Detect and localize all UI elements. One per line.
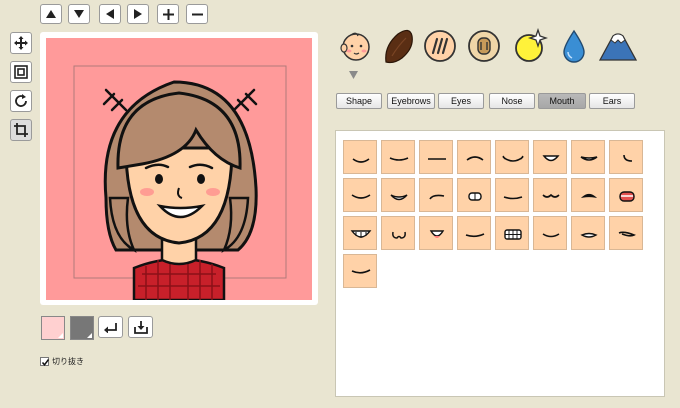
- download-button[interactable]: [128, 316, 153, 338]
- mouth-icon: [351, 269, 371, 274]
- cutout-option[interactable]: 切り抜き: [40, 356, 84, 367]
- mouth-icon: [580, 232, 598, 238]
- zoom-out-button[interactable]: [186, 4, 208, 24]
- mouth-icon: [429, 230, 445, 238]
- mouth-option[interactable]: [457, 140, 491, 174]
- line-color-swatch[interactable]: [70, 316, 94, 340]
- mouth-option[interactable]: [457, 216, 491, 250]
- mouth-option[interactable]: [343, 254, 377, 288]
- mouth-option[interactable]: [571, 178, 605, 212]
- mouth-icon: [502, 155, 524, 162]
- mouth-icon: [351, 194, 371, 199]
- mouth-icon: [580, 156, 598, 161]
- sparkle-moon-icon[interactable]: [512, 28, 548, 64]
- mouth-option[interactable]: [457, 178, 491, 212]
- undo-button[interactable]: [98, 316, 123, 338]
- mouth-icon: [350, 230, 372, 238]
- cutout-checkbox[interactable]: [40, 357, 50, 366]
- mouth-icon: [503, 196, 523, 200]
- download-icon: [133, 321, 148, 334]
- mouth-option[interactable]: [419, 140, 453, 174]
- mouth-icon: [465, 233, 485, 238]
- mouth-icon: [623, 154, 633, 162]
- mouth-icon: [542, 193, 560, 198]
- frame-tool-button[interactable]: [10, 61, 32, 83]
- avatar-illustration: [73, 65, 287, 300]
- mountain-icon[interactable]: [598, 28, 638, 64]
- move-tool-button[interactable]: [10, 32, 32, 54]
- arrow-left-button[interactable]: [99, 4, 121, 24]
- mouth-icon: [390, 194, 408, 201]
- mouth-icon: [392, 231, 406, 239]
- cheek-lines-icon[interactable]: [422, 28, 458, 64]
- hair-icon[interactable]: [380, 28, 416, 64]
- mouth-icon: [542, 233, 560, 238]
- tab-eyebrows[interactable]: Eyebrows: [387, 93, 435, 109]
- mouth-option[interactable]: [533, 178, 567, 212]
- minus-icon: [191, 13, 203, 15]
- tab-mouth[interactable]: Mouth: [538, 93, 586, 109]
- face-shape-icon[interactable]: [338, 28, 374, 64]
- mouth-icon: [618, 231, 636, 237]
- zoom-in-button[interactable]: [157, 4, 179, 24]
- arrow-left-icon: [106, 9, 114, 19]
- mouth-icon: [466, 156, 484, 161]
- mouth-icon: [352, 158, 370, 163]
- plus-icon: [162, 8, 174, 20]
- mouth-option[interactable]: [609, 178, 643, 212]
- tab-eyes[interactable]: Eyes: [438, 93, 484, 109]
- drop-icon[interactable]: [556, 28, 592, 64]
- tab-ears[interactable]: Ears: [589, 93, 635, 109]
- mouth-option[interactable]: [343, 216, 377, 250]
- mouth-option[interactable]: [609, 216, 643, 250]
- mouth-option[interactable]: [495, 140, 529, 174]
- mouth-icon: [429, 194, 445, 200]
- cutout-label: 切り抜き: [52, 357, 84, 366]
- mouth-option[interactable]: [419, 216, 453, 250]
- mouth-option[interactable]: [381, 140, 415, 174]
- mouth-option[interactable]: [571, 140, 605, 174]
- mouth-icon: [580, 193, 598, 198]
- mouth-option[interactable]: [495, 178, 529, 212]
- arrow-down-button[interactable]: [68, 4, 90, 24]
- mouth-icon: [619, 191, 635, 202]
- crop-icon: [14, 123, 28, 137]
- selected-indicator-icon: [349, 71, 358, 79]
- option-panel: [335, 130, 665, 397]
- mouth-option[interactable]: [381, 216, 415, 250]
- arrow-right-icon: [134, 9, 142, 19]
- canvas-frame: [40, 32, 318, 305]
- arrow-up-icon: [46, 10, 56, 18]
- mouth-option[interactable]: [533, 140, 567, 174]
- frame-icon: [14, 65, 28, 79]
- mouth-icon: [389, 157, 409, 161]
- mouth-option[interactable]: [419, 178, 453, 212]
- mouth-option[interactable]: [495, 216, 529, 250]
- arrow-down-icon: [74, 10, 84, 18]
- tab-shape[interactable]: Shape: [336, 93, 382, 109]
- background-color-swatch[interactable]: [41, 316, 65, 340]
- mouth-option[interactable]: [381, 178, 415, 212]
- mouth-icon: [504, 229, 522, 240]
- tab-nose[interactable]: Nose: [489, 93, 535, 109]
- crop-tool-button[interactable]: [10, 119, 32, 141]
- undo-icon: [103, 323, 117, 333]
- mouth-icon: [542, 155, 560, 162]
- mouth-option[interactable]: [609, 140, 643, 174]
- mouth-option[interactable]: [343, 140, 377, 174]
- mouth-icon: [468, 192, 482, 201]
- rotate-icon: [15, 94, 27, 107]
- arrow-right-button[interactable]: [127, 4, 149, 24]
- arrow-up-button[interactable]: [40, 4, 62, 24]
- mouth-icon: [428, 158, 446, 160]
- mouth-option[interactable]: [533, 216, 567, 250]
- check-icon: [41, 359, 50, 366]
- mouth-option[interactable]: [571, 216, 605, 250]
- avatar-canvas[interactable]: [46, 38, 312, 300]
- move-icon: [14, 36, 28, 50]
- button-nose-icon[interactable]: [466, 28, 502, 64]
- rotate-tool-button[interactable]: [10, 90, 32, 112]
- mouth-option[interactable]: [343, 178, 377, 212]
